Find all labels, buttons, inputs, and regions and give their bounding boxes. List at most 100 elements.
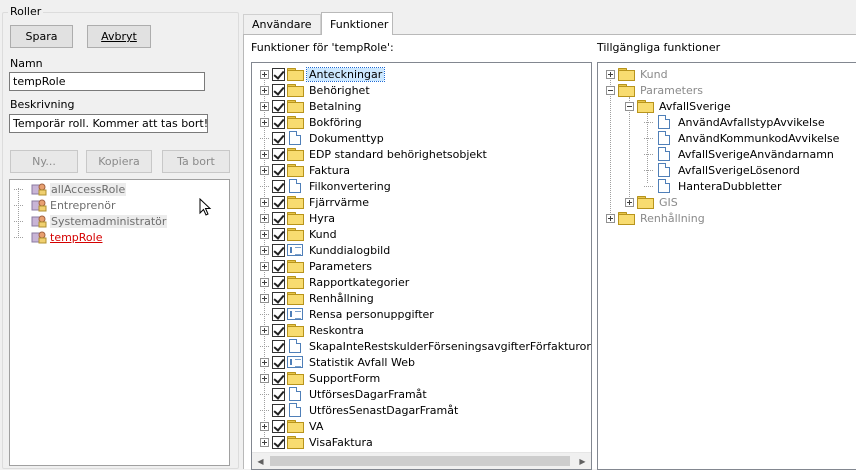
checkbox-checked-icon[interactable] (272, 163, 285, 177)
expand-icon[interactable] (260, 357, 269, 367)
expand-icon[interactable] (260, 325, 269, 335)
scrollbar-thumb[interactable] (270, 456, 570, 466)
checkbox-checked-icon[interactable] (272, 339, 285, 353)
available-function-item[interactable]: AvfallSverigeLösenord (644, 162, 802, 178)
role-item[interactable]: Entreprenör (14, 197, 116, 213)
assigned-function-item[interactable]: Faktura (260, 162, 352, 178)
assigned-function-item[interactable]: Betalning (260, 98, 363, 114)
assigned-function-item[interactable]: Anteckningar (260, 66, 386, 82)
assigned-function-item[interactable]: Statistik Avfall Web (260, 354, 417, 370)
checkbox-checked-icon[interactable] (272, 307, 285, 321)
available-function-item[interactable]: Parameters (606, 82, 705, 98)
copy-role-button[interactable]: Kopiera (86, 150, 152, 173)
assigned-function-item[interactable]: VA (260, 418, 325, 434)
delete-role-button[interactable]: Ta bort (162, 150, 230, 173)
tab-users[interactable]: Användare (243, 14, 321, 34)
checkbox-checked-icon[interactable] (272, 419, 285, 433)
cancel-button[interactable]: Avbryt (87, 25, 151, 48)
assigned-function-item[interactable]: SkapaInteRestskulderFörseningsavgifterFö… (260, 338, 591, 354)
available-function-item[interactable]: AvfallSverigeAnvändarnamn (644, 146, 836, 162)
checkbox-checked-icon[interactable] (272, 195, 285, 209)
available-function-item[interactable]: HanteraDubbletter (644, 178, 783, 194)
expand-icon[interactable] (260, 197, 269, 207)
expand-icon[interactable] (606, 213, 615, 223)
assigned-function-item[interactable]: VisaFaktura (260, 434, 375, 450)
assigned-functions-tree[interactable]: Anteckningar Behörighet Betalning Bokföring… (251, 62, 592, 470)
expand-icon[interactable] (260, 421, 269, 431)
available-function-item[interactable]: Renhållning (606, 210, 707, 226)
expand-icon[interactable] (260, 85, 269, 95)
expand-icon[interactable] (606, 69, 615, 79)
checkbox-checked-icon[interactable] (272, 291, 285, 305)
expand-icon[interactable] (260, 149, 269, 159)
checkbox-checked-icon[interactable] (272, 275, 285, 289)
assigned-function-item[interactable]: Hyra (260, 210, 337, 226)
checkbox-checked-icon[interactable] (272, 179, 285, 193)
scroll-right-icon[interactable]: ▶ (574, 453, 591, 469)
checkbox-checked-icon[interactable] (272, 355, 285, 369)
assigned-function-item[interactable]: Reskontra (260, 322, 366, 338)
assigned-function-item[interactable]: Renhållning (260, 290, 376, 306)
available-function-item[interactable]: GIS (625, 194, 680, 210)
expand-icon[interactable] (260, 245, 269, 255)
role-item[interactable]: tempRole (14, 229, 102, 245)
expand-icon[interactable] (260, 165, 269, 175)
save-button[interactable]: Spara (10, 25, 73, 48)
collapse-icon[interactable] (625, 101, 634, 111)
assigned-function-item[interactable]: Kund (260, 226, 339, 242)
checkbox-checked-icon[interactable] (272, 147, 285, 161)
tab-functions[interactable]: Funktioner (321, 12, 393, 35)
checkbox-checked-icon[interactable] (272, 371, 285, 385)
checkbox-checked-icon[interactable] (272, 243, 285, 257)
expand-icon[interactable] (260, 293, 269, 303)
name-field[interactable]: tempRole (9, 72, 205, 91)
checkbox-checked-icon[interactable] (272, 259, 285, 273)
checkbox-checked-icon[interactable] (272, 227, 285, 241)
expand-icon[interactable] (260, 101, 269, 111)
checkbox-checked-icon[interactable] (272, 67, 285, 81)
role-list[interactable]: allAccessRole Entreprenör Systemadminist… (9, 179, 230, 466)
expand-icon[interactable] (260, 373, 269, 383)
checkbox-checked-icon[interactable] (272, 83, 285, 97)
assigned-function-item[interactable]: SupportForm (260, 370, 382, 386)
expand-icon[interactable] (260, 229, 269, 239)
assigned-function-item[interactable]: Filkonvertering (260, 178, 393, 194)
expand-icon[interactable] (260, 69, 269, 79)
assigned-function-item[interactable]: UtföresSenastDagarFramåt (260, 402, 460, 418)
checkbox-checked-icon[interactable] (272, 323, 285, 337)
available-function-item[interactable]: AnvändKommunkodAvvikelse (644, 130, 841, 146)
scroll-left-icon[interactable]: ◀ (252, 453, 269, 469)
assigned-function-item[interactable]: Parameters (260, 258, 374, 274)
assigned-function-item[interactable]: UtförsesDagarFramåt (260, 386, 429, 402)
role-item[interactable]: Systemadministratör (14, 213, 168, 229)
expand-icon[interactable] (260, 117, 269, 127)
assigned-function-item[interactable]: Dokumenttyp (260, 130, 386, 146)
available-function-item[interactable]: AnvändAvfallstypAvvikelse (644, 114, 827, 130)
available-function-item[interactable]: AvfallSverige (625, 98, 733, 114)
assigned-function-item[interactable]: Bokföring (260, 114, 364, 130)
expand-icon[interactable] (260, 261, 269, 271)
expand-icon[interactable] (260, 437, 269, 447)
available-function-item[interactable]: Kund (606, 66, 670, 82)
available-functions-tree[interactable]: Kund Parameters AvfallSverige AnvändAvfalls… (597, 62, 856, 470)
assigned-function-item[interactable]: Rapportkategorier (260, 274, 411, 290)
checkbox-checked-icon[interactable] (272, 387, 285, 401)
checkbox-checked-icon[interactable] (272, 99, 285, 113)
horizontal-scrollbar[interactable]: ◀ ▶ (252, 452, 591, 469)
checkbox-checked-icon[interactable] (272, 211, 285, 225)
expand-icon[interactable] (260, 277, 269, 287)
assigned-function-item[interactable]: Rensa personuppgifter (260, 306, 436, 322)
checkbox-checked-icon[interactable] (272, 131, 285, 145)
role-item[interactable]: allAccessRole (14, 181, 127, 197)
collapse-icon[interactable] (606, 85, 615, 95)
expand-icon[interactable] (625, 197, 634, 207)
assigned-function-item[interactable]: Kunddialogbild (260, 242, 392, 258)
new-role-button[interactable]: Ny... (10, 150, 78, 173)
assigned-function-item[interactable]: Behörighet (260, 82, 372, 98)
checkbox-checked-icon[interactable] (272, 403, 285, 417)
checkbox-checked-icon[interactable] (272, 115, 285, 129)
checkbox-checked-icon[interactable] (272, 435, 285, 449)
expand-icon[interactable] (260, 213, 269, 223)
description-field[interactable]: Temporär roll. Kommer att tas bort! (9, 114, 208, 133)
assigned-function-item[interactable]: EDP standard behörighetsobjekt (260, 146, 489, 162)
